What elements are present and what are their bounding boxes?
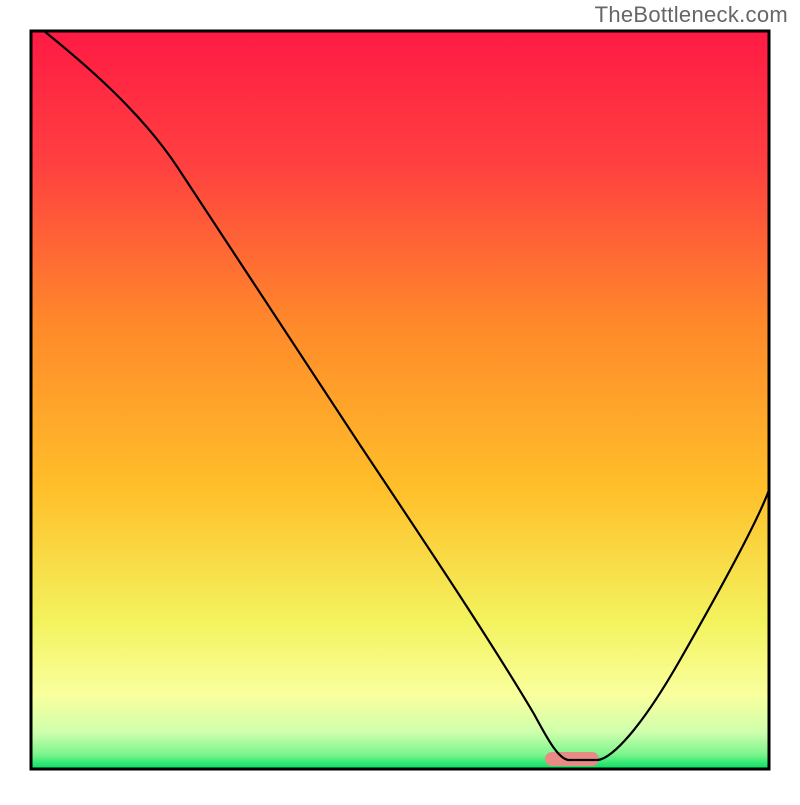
watermark-text: TheBottleneck.com [595, 2, 788, 28]
plot-background [31, 31, 769, 769]
chart-frame [0, 0, 800, 800]
chart-svg [0, 0, 800, 800]
